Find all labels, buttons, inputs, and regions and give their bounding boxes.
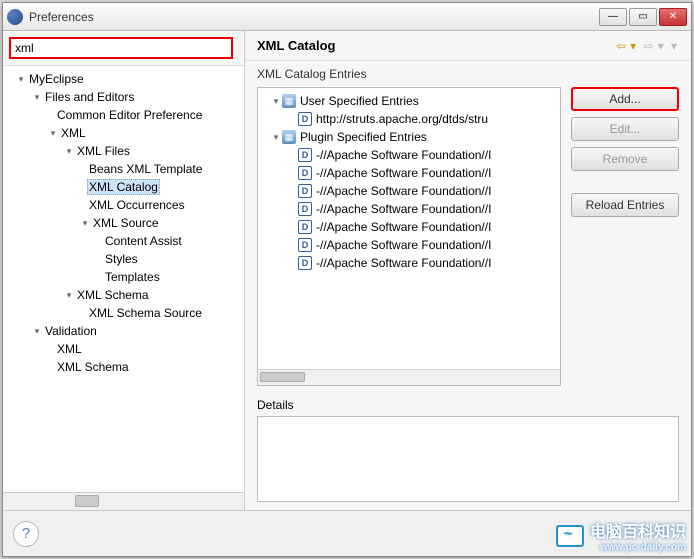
dtd-icon: D xyxy=(298,184,312,198)
minimize-button[interactable]: — xyxy=(599,8,627,26)
entries-tree[interactable]: ▾▦User Specified Entries Dhttp://struts.… xyxy=(258,88,560,369)
twisty-icon[interactable]: ▾ xyxy=(31,326,43,337)
tree-item[interactable]: XML xyxy=(55,342,84,356)
dtd-icon: D xyxy=(298,148,312,162)
entry-item[interactable]: -//Apache Software Foundation//I xyxy=(316,220,491,234)
dtd-icon: D xyxy=(298,256,312,270)
dropdown-icon[interactable]: ▾ xyxy=(630,39,636,53)
dtd-icon: D xyxy=(298,238,312,252)
tree-item[interactable]: Files and Editors xyxy=(43,90,136,104)
entry-item[interactable]: -//Apache Software Foundation//I xyxy=(316,256,491,270)
twisty-icon[interactable]: ▾ xyxy=(63,146,75,157)
tree-item-xml-catalog[interactable]: XML Catalog xyxy=(87,179,160,195)
entry-item[interactable]: -//Apache Software Foundation//I xyxy=(316,184,491,198)
maximize-button[interactable]: ▭ xyxy=(629,8,657,26)
watermark-icon xyxy=(556,525,584,547)
close-button[interactable]: ✕ xyxy=(659,8,687,26)
entries-box: ▾▦User Specified Entries Dhttp://struts.… xyxy=(257,87,561,386)
twisty-icon[interactable]: ▾ xyxy=(15,74,27,85)
watermark-sub: www.pc-daily.com xyxy=(590,542,686,553)
tree-item[interactable]: XML Files xyxy=(75,144,132,158)
titlebar[interactable]: Preferences — ▭ ✕ xyxy=(3,3,691,31)
remove-button[interactable]: Remove xyxy=(571,147,679,171)
menu-icon[interactable]: ▾ xyxy=(671,39,677,53)
entry-item[interactable]: -//Apache Software Foundation//I xyxy=(316,202,491,216)
forward-icon[interactable]: ⇨ xyxy=(644,39,654,53)
folder-icon: ▦ xyxy=(282,130,296,144)
entry-item[interactable]: -//Apache Software Foundation//I xyxy=(316,148,491,162)
twisty-icon[interactable]: ▾ xyxy=(47,128,59,139)
twisty-icon[interactable]: ▾ xyxy=(31,92,43,103)
tree-item[interactable]: XML Source xyxy=(91,216,161,230)
page-title: XML Catalog xyxy=(257,38,614,53)
back-icon[interactable]: ⇦ xyxy=(616,39,626,53)
app-icon xyxy=(7,9,23,25)
tree-item[interactable]: XML Schema Source xyxy=(87,306,204,320)
tree-item[interactable]: XML Schema xyxy=(75,288,151,302)
folder-icon: ▦ xyxy=(282,94,296,108)
tree-item[interactable]: XML Occurrences xyxy=(87,198,187,212)
twisty-icon[interactable]: ▾ xyxy=(63,290,75,301)
entry-item[interactable]: -//Apache Software Foundation//I xyxy=(316,166,491,180)
tree-item[interactable]: Common Editor Preference xyxy=(55,108,204,122)
dropdown-icon[interactable]: ▾ xyxy=(658,39,664,53)
twisty-icon[interactable]: ▾ xyxy=(270,96,282,107)
edit-button[interactable]: Edit... xyxy=(571,117,679,141)
preferences-tree[interactable]: ▾MyEclipse ▾Files and Editors Common Edi… xyxy=(3,66,244,492)
tree-item[interactable]: Styles xyxy=(103,252,140,266)
details-box xyxy=(257,416,679,502)
tree-item[interactable]: Beans XML Template xyxy=(87,162,204,176)
preferences-window: Preferences — ▭ ✕ ▾MyEclipse ▾Files and … xyxy=(2,2,692,557)
reload-button[interactable]: Reload Entries xyxy=(571,193,679,217)
filter-input[interactable] xyxy=(9,37,233,59)
add-button[interactable]: Add... xyxy=(571,87,679,111)
horizontal-scrollbar[interactable] xyxy=(258,369,560,385)
nav-icons: ⇦ ▾ ⇨ ▾ ▾ xyxy=(614,39,679,53)
tree-item[interactable]: XML Schema xyxy=(55,360,131,374)
watermark: 电脑百科知识 www.pc-daily.com xyxy=(556,518,686,553)
left-pane: ▾MyEclipse ▾Files and Editors Common Edi… xyxy=(3,31,245,510)
right-pane: XML Catalog ⇦▾ ⇨▾ ▾ XML Catalog Entries … xyxy=(245,31,691,510)
help-button[interactable]: ? xyxy=(13,521,39,547)
entry-item[interactable]: User Specified Entries xyxy=(300,94,419,108)
dtd-icon: D xyxy=(298,112,312,126)
entries-label: XML Catalog Entries xyxy=(245,61,691,87)
watermark-text: 电脑百科知识 xyxy=(590,524,686,541)
window-title: Preferences xyxy=(29,10,599,24)
tree-item[interactable]: MyEclipse xyxy=(27,72,86,86)
tree-item[interactable]: Content Assist xyxy=(103,234,184,248)
details-label: Details xyxy=(245,394,691,416)
entry-item[interactable]: http://struts.apache.org/dtds/stru xyxy=(316,112,488,126)
dtd-icon: D xyxy=(298,202,312,216)
entry-item[interactable]: -//Apache Software Foundation//I xyxy=(316,238,491,252)
tree-item[interactable]: Validation xyxy=(43,324,99,338)
twisty-icon[interactable]: ▾ xyxy=(79,218,91,229)
twisty-icon[interactable]: ▾ xyxy=(270,132,282,143)
tree-item[interactable]: Templates xyxy=(103,270,162,284)
horizontal-scrollbar[interactable] xyxy=(3,492,244,510)
dtd-icon: D xyxy=(298,220,312,234)
tree-item[interactable]: XML xyxy=(59,126,88,140)
entry-item[interactable]: Plugin Specified Entries xyxy=(300,130,427,144)
dtd-icon: D xyxy=(298,166,312,180)
